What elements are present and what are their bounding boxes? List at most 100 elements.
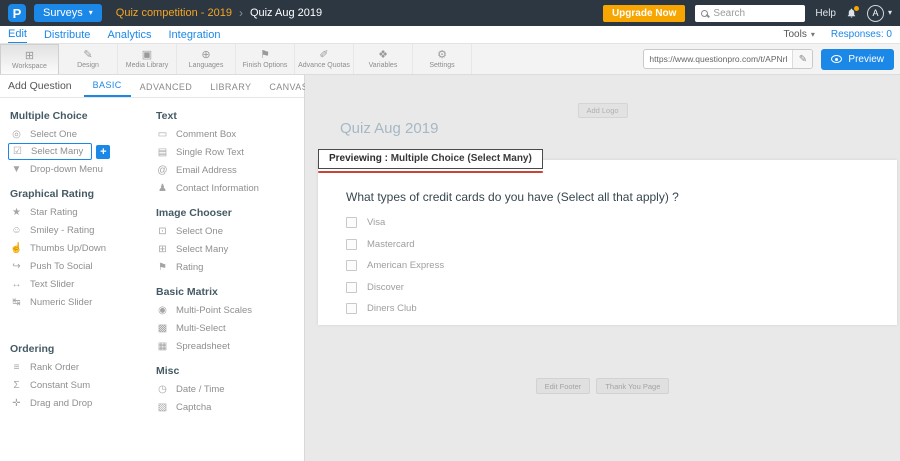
upgrade-now-button[interactable]: Upgrade Now — [603, 5, 685, 22]
notifications-button[interactable] — [846, 7, 857, 19]
previewing-badge: Previewing : Multiple Choice (Select Man… — [318, 149, 543, 169]
option-checkbox[interactable] — [346, 303, 357, 314]
question-type-spreadsheet[interactable]: ▦ Spreadsheet — [154, 337, 296, 355]
survey-title[interactable]: Quiz Aug 2019 — [340, 120, 438, 137]
survey-url-input[interactable] — [644, 54, 792, 64]
question-type-thumbs-up-down[interactable]: ☝ Thumbs Up/Down — [8, 239, 150, 257]
question-type-image-select-many[interactable]: ⊞ Select Many — [154, 240, 296, 258]
image-select-one-icon: ⊡ — [156, 226, 169, 237]
gear-icon: ⚙ — [437, 49, 447, 61]
tab-distribute[interactable]: Distribute — [44, 27, 90, 43]
question-type-smiley-rating[interactable]: ☺ Smiley - Rating — [8, 221, 150, 239]
question-type-label: Multi-Point Scales — [176, 305, 252, 316]
option-label: Visa — [367, 217, 385, 228]
toolbar-item-workspace[interactable]: ⊞ Workspace — [0, 44, 59, 74]
group-heading-image-chooser: Image Chooser — [156, 207, 296, 219]
group-heading-text: Text — [156, 110, 296, 122]
image-select-many-icon: ⊞ — [156, 244, 169, 255]
option-checkbox[interactable] — [346, 239, 357, 250]
question-type-multi-point-scales[interactable]: ◉ Multi-Point Scales — [154, 301, 296, 319]
question-type-image-rating[interactable]: ⚑ Rating — [154, 258, 296, 276]
toolbar-item-label: Design — [77, 62, 99, 69]
answer-option-discover: Discover — [346, 282, 897, 293]
question-type-single-row-text[interactable]: ▤ Single Row Text — [154, 143, 296, 161]
add-logo-button[interactable]: Add Logo — [577, 103, 627, 118]
tab-integration[interactable]: Integration — [168, 27, 220, 43]
tools-menu-button[interactable]: Tools ▾ — [783, 29, 814, 40]
option-checkbox[interactable] — [346, 260, 357, 271]
question-type-multi-select[interactable]: ▩ Multi-Select — [154, 319, 296, 337]
question-type-text-slider[interactable]: ↔ Text Slider — [8, 275, 150, 293]
question-type-label: Date / Time — [176, 384, 225, 395]
question-type-comment-box[interactable]: ▭ Comment Box — [154, 125, 296, 143]
question-type-label: Numeric Slider — [30, 297, 92, 308]
question-type-select-one[interactable]: ◎ Select One — [8, 125, 150, 143]
topbar: P Surveys ▾ Quiz competition - 2019 › Qu… — [0, 0, 900, 26]
question-type-label: Smiley - Rating — [30, 225, 94, 236]
tab-analytics[interactable]: Analytics — [107, 27, 151, 43]
question-type-label: Star Rating — [30, 207, 78, 218]
tab-edit[interactable]: Edit — [8, 26, 27, 43]
question-type-select-many-row: ☑ Select Many + — [8, 143, 150, 160]
question-type-constant-sum[interactable]: Σ Constant Sum — [8, 376, 150, 394]
edit-url-pencil-icon[interactable]: ✎ — [792, 50, 812, 68]
content: Add Question BASIC ADVANCED LIBRARY CANV… — [0, 75, 900, 461]
preview-button-label: Preview — [848, 54, 884, 65]
question-types-col2: Text ▭ Comment Box ▤ Single Row Text @ E… — [152, 100, 298, 459]
add-question-button[interactable]: + — [96, 145, 110, 159]
responses-link[interactable]: Responses: 0 — [831, 29, 892, 40]
tab-library[interactable]: LIBRARY — [201, 82, 260, 97]
question-type-label: Constant Sum — [30, 380, 90, 391]
question-type-star-rating[interactable]: ★ Star Rating — [8, 203, 150, 221]
account-menu-button[interactable]: A ▾ — [867, 5, 892, 22]
edit-footer-button[interactable]: Edit Footer — [536, 378, 591, 394]
question-type-label: Rank Order — [30, 362, 79, 373]
question-type-label: Spreadsheet — [176, 341, 230, 352]
question-type-drag-and-drop[interactable]: ✛ Drag and Drop — [8, 394, 150, 412]
surveys-menu-label: Surveys — [43, 7, 83, 19]
chevron-down-icon: ▾ — [888, 9, 892, 17]
thank-you-page-button[interactable]: Thank You Page — [596, 378, 669, 394]
toolbar-item-variables[interactable]: ❖ Variables — [354, 44, 413, 74]
option-checkbox[interactable] — [346, 217, 357, 228]
media-library-icon: ▣ — [142, 49, 152, 61]
questionpro-logo[interactable]: P — [8, 4, 26, 22]
question-type-label: Select Many — [176, 244, 228, 255]
question-type-captcha[interactable]: ▧ Captcha — [154, 398, 296, 416]
question-type-dropdown-menu[interactable]: ▼ Drop-down Menu — [8, 160, 150, 178]
toolbar-item-settings[interactable]: ⚙ Settings — [413, 44, 472, 74]
tab-advanced[interactable]: ADVANCED — [131, 82, 202, 97]
question-type-date-time[interactable]: ◷ Date / Time — [154, 380, 296, 398]
tab-basic[interactable]: BASIC — [84, 80, 131, 97]
question-type-image-select-one[interactable]: ⊡ Select One — [154, 222, 296, 240]
answer-option-american-express: American Express — [346, 260, 897, 271]
option-checkbox[interactable] — [346, 282, 357, 293]
answer-option-visa: Visa — [346, 217, 897, 228]
survey-url-box: ✎ — [643, 49, 813, 69]
captcha-icon: ▧ — [156, 402, 169, 413]
surveys-menu-button[interactable]: Surveys ▾ — [34, 4, 102, 22]
toolbar-item-advance-quotas[interactable]: ✐ Advance Quotas — [295, 44, 354, 74]
question-type-label: Select One — [176, 226, 223, 237]
toolbar-item-design[interactable]: ✎ Design — [59, 44, 118, 74]
question-type-email-address[interactable]: @ Email Address — [154, 161, 296, 179]
preview-button[interactable]: Preview — [821, 49, 894, 70]
languages-globe-icon: ⊕ — [201, 49, 210, 61]
question-type-label: Captcha — [176, 402, 211, 413]
breadcrumb-survey-group[interactable]: Quiz competition - 2019 — [116, 7, 232, 19]
question-type-rank-order[interactable]: ≡ Rank Order — [8, 358, 150, 376]
question-type-numeric-slider[interactable]: ↹ Numeric Slider — [8, 293, 150, 311]
help-link[interactable]: Help — [815, 8, 836, 19]
toolbar-item-finish-options[interactable]: ⚑ Finish Options — [236, 44, 295, 74]
add-question-title: Add Question — [8, 80, 72, 97]
question-type-select-many[interactable]: ☑ Select Many — [8, 143, 92, 160]
search-input[interactable] — [713, 8, 799, 19]
question-type-contact-information[interactable]: ♟ Contact Information — [154, 179, 296, 197]
question-type-label: Push To Social — [30, 261, 93, 272]
toolbar-item-media-library[interactable]: ▣ Media Library — [118, 44, 177, 74]
question-type-label: Multi-Select — [176, 323, 226, 334]
search-icon — [701, 10, 708, 17]
editor-toolbar: ⊞ Workspace ✎ Design ▣ Media Library ⊕ L… — [0, 44, 900, 75]
toolbar-item-languages[interactable]: ⊕ Languages — [177, 44, 236, 74]
question-type-push-to-social[interactable]: ↪ Push To Social — [8, 257, 150, 275]
